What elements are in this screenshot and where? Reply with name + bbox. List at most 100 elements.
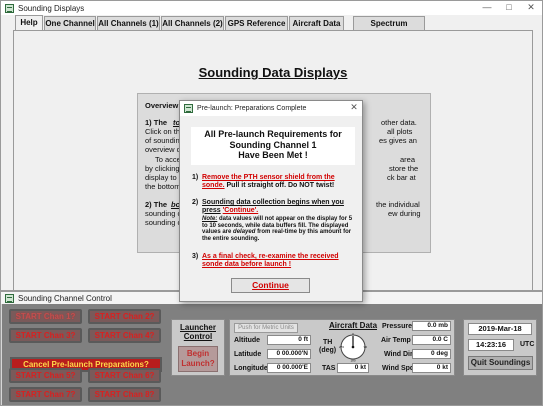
app-icon xyxy=(5,293,14,303)
maximize-icon[interactable]: □ xyxy=(498,1,520,15)
wind-spd-value: 0 kt xyxy=(412,363,451,373)
app-icon xyxy=(184,104,193,113)
tas-value: 0 kt xyxy=(337,363,369,373)
latitude-value: 0 00.000'N xyxy=(267,349,311,359)
start-chan-1-button[interactable]: START Chan 1? xyxy=(9,309,82,324)
overview-line: ew during xyxy=(388,209,421,218)
latitude-label: Latitude xyxy=(234,351,262,358)
heading-compass-icon: 0 90 180 270 xyxy=(339,332,368,363)
overview-line: sounding c xyxy=(145,209,182,218)
start-chan-4-button[interactable]: START Chan 4? xyxy=(88,328,161,343)
compass-tick-180: 180 xyxy=(350,359,355,363)
compass-tick-90: 90 xyxy=(364,345,368,349)
quit-soundings-button[interactable]: Quit Soundings xyxy=(468,356,533,370)
control-window-title: Sounding Channel Control xyxy=(18,293,112,303)
date-time-box: 2019-Mar-18 14:23:16 UTC Quit Soundings xyxy=(463,319,537,376)
launcher-label-line2: Control xyxy=(183,332,213,341)
page-title: Sounding Data Displays xyxy=(198,65,348,80)
dialog-title: Pre-launch: Preparations Complete xyxy=(197,105,307,112)
date-display: 2019-Mar-18 xyxy=(468,323,532,335)
step-1-number: 1) xyxy=(192,174,199,181)
overview-line: es gives an xyxy=(379,136,417,145)
compass-tick-270: 270 xyxy=(339,345,344,349)
step-2-note: Note: data values will not appear on the… xyxy=(202,216,354,242)
tab-help[interactable]: Help xyxy=(15,15,43,30)
wind-dir-value: 0 deg xyxy=(412,349,451,359)
prelaunch-dialog: Pre-launch: Preparations Complete ✕ All … xyxy=(179,100,363,302)
aircraft-data-title: Aircraft Data xyxy=(329,321,378,330)
main-window-title: Sounding Displays xyxy=(18,3,85,13)
tab-all-channels-1[interactable]: All Channels (1) xyxy=(97,16,160,30)
overview-line: 2) The xyxy=(145,200,168,209)
step-2-number: 2) xyxy=(192,199,199,206)
altitude-value: 0 ft xyxy=(267,335,311,345)
overview-line: of sounding xyxy=(145,136,184,145)
close-icon[interactable]: ✕ xyxy=(520,1,542,15)
wind-dir-label: Wind Dir xyxy=(384,351,413,358)
overview-line: store the xyxy=(389,164,419,173)
tab-gps-reference[interactable]: GPS Reference xyxy=(225,16,288,30)
step-2-continue-ref: 'Continue'. xyxy=(222,206,259,214)
begin-launch-line1: Begin xyxy=(186,349,210,358)
note-delayed: delayed xyxy=(233,229,256,235)
tas-label: TAS xyxy=(322,365,336,372)
tab-spectrum-analyzer[interactable]: Spectrum Analyzer xyxy=(353,16,425,41)
longitude-label: Longitude xyxy=(234,365,268,372)
step-3: 3) As a final check, re-examine the rece… xyxy=(192,253,352,268)
overview-line: To acce xyxy=(155,155,181,164)
control-panel: START Chan 1? START Chan 2? START Chan 3… xyxy=(2,304,542,405)
launcher-label-line1: Launcher xyxy=(179,323,216,332)
step-3-warning: As a final check, re-examine the receive… xyxy=(202,253,339,268)
start-chan-5-button[interactable]: START Chan 5? xyxy=(9,368,82,383)
longitude-value: 0 00.000'E xyxy=(267,363,311,373)
headline-line2: Sounding Channel 1 xyxy=(229,139,317,150)
wind-spd-label: Wind Spd xyxy=(382,365,415,372)
headline-line1: All Pre-launch Requirements for xyxy=(204,129,342,139)
overview-line: all plots xyxy=(387,127,413,136)
overview-line: overview o xyxy=(145,145,181,154)
metric-units-button[interactable]: Push for Metric Units xyxy=(234,323,298,333)
dialog-close-icon[interactable]: ✕ xyxy=(346,101,362,115)
continue-button[interactable]: Continue xyxy=(231,278,310,293)
start-chan-8-button[interactable]: START Chan 8? xyxy=(88,387,161,402)
overview-heading: Overview: xyxy=(145,101,181,110)
start-chan-6-button[interactable]: START Chan 6? xyxy=(88,368,161,383)
overview-line: area xyxy=(400,155,416,164)
overview-line: the bottom xyxy=(145,182,181,191)
minimize-icon[interactable]: — xyxy=(476,1,498,15)
main-titlebar[interactable]: Sounding Displays — □ ✕ xyxy=(1,1,542,15)
air-temp-label: Air Temp xyxy=(381,337,411,344)
start-chan-7-button[interactable]: START Chan 7? xyxy=(9,387,82,402)
headline-line3: Have Been Met ! xyxy=(238,150,308,160)
step-1-instruction: Pull it straight off. Do NOT twist! xyxy=(226,181,335,189)
tab-one-channel[interactable]: One Channel xyxy=(44,16,96,30)
overview-line: by clicking xyxy=(145,164,180,173)
th-label: TH xyxy=(323,339,333,346)
utc-label: UTC xyxy=(520,341,535,348)
air-temp-value: 0.0 C xyxy=(412,335,451,345)
launcher-control-box: Launcher Control Begin Launch? xyxy=(171,319,225,376)
app-icon xyxy=(5,3,14,13)
dialog-titlebar[interactable]: Pre-launch: Preparations Complete ✕ xyxy=(180,101,362,116)
tab-all-channels-2[interactable]: All Channels (2) xyxy=(161,16,224,30)
overview-line: sounding o xyxy=(145,218,182,227)
begin-launch-button[interactable]: Begin Launch? xyxy=(178,346,218,372)
note-label: Note: xyxy=(202,216,218,222)
start-chan-3-button[interactable]: START Chan 3? xyxy=(9,328,82,343)
step-2: 2) Sounding data collection begins when … xyxy=(192,199,354,242)
start-chan-2-button[interactable]: START Chan 2? xyxy=(88,309,161,324)
overview-line: other data. xyxy=(381,118,417,127)
overview-line: the individual xyxy=(376,200,420,209)
sounding-channel-control-window: Sounding Channel Control START Chan 1? S… xyxy=(0,291,543,406)
overview-line: ck bar at xyxy=(387,173,416,182)
time-display: 14:23:16 xyxy=(468,339,514,351)
step-1: 1) Remove the PTH sensor shield from the… xyxy=(192,174,352,189)
pressure-label: Pressure xyxy=(382,323,412,330)
launcher-control-label: Launcher Control xyxy=(172,323,224,341)
altitude-label: Altitude xyxy=(234,337,261,344)
th-unit-label: (deg) xyxy=(319,347,337,354)
overview-line: 1) The xyxy=(145,118,168,127)
aircraft-data-box: Push for Metric Units Aircraft Data Alti… xyxy=(229,319,455,376)
tab-aircraft-data[interactable]: Aircraft Data xyxy=(289,16,344,30)
dialog-headline: All Pre-launch Requirements for Sounding… xyxy=(191,127,355,165)
